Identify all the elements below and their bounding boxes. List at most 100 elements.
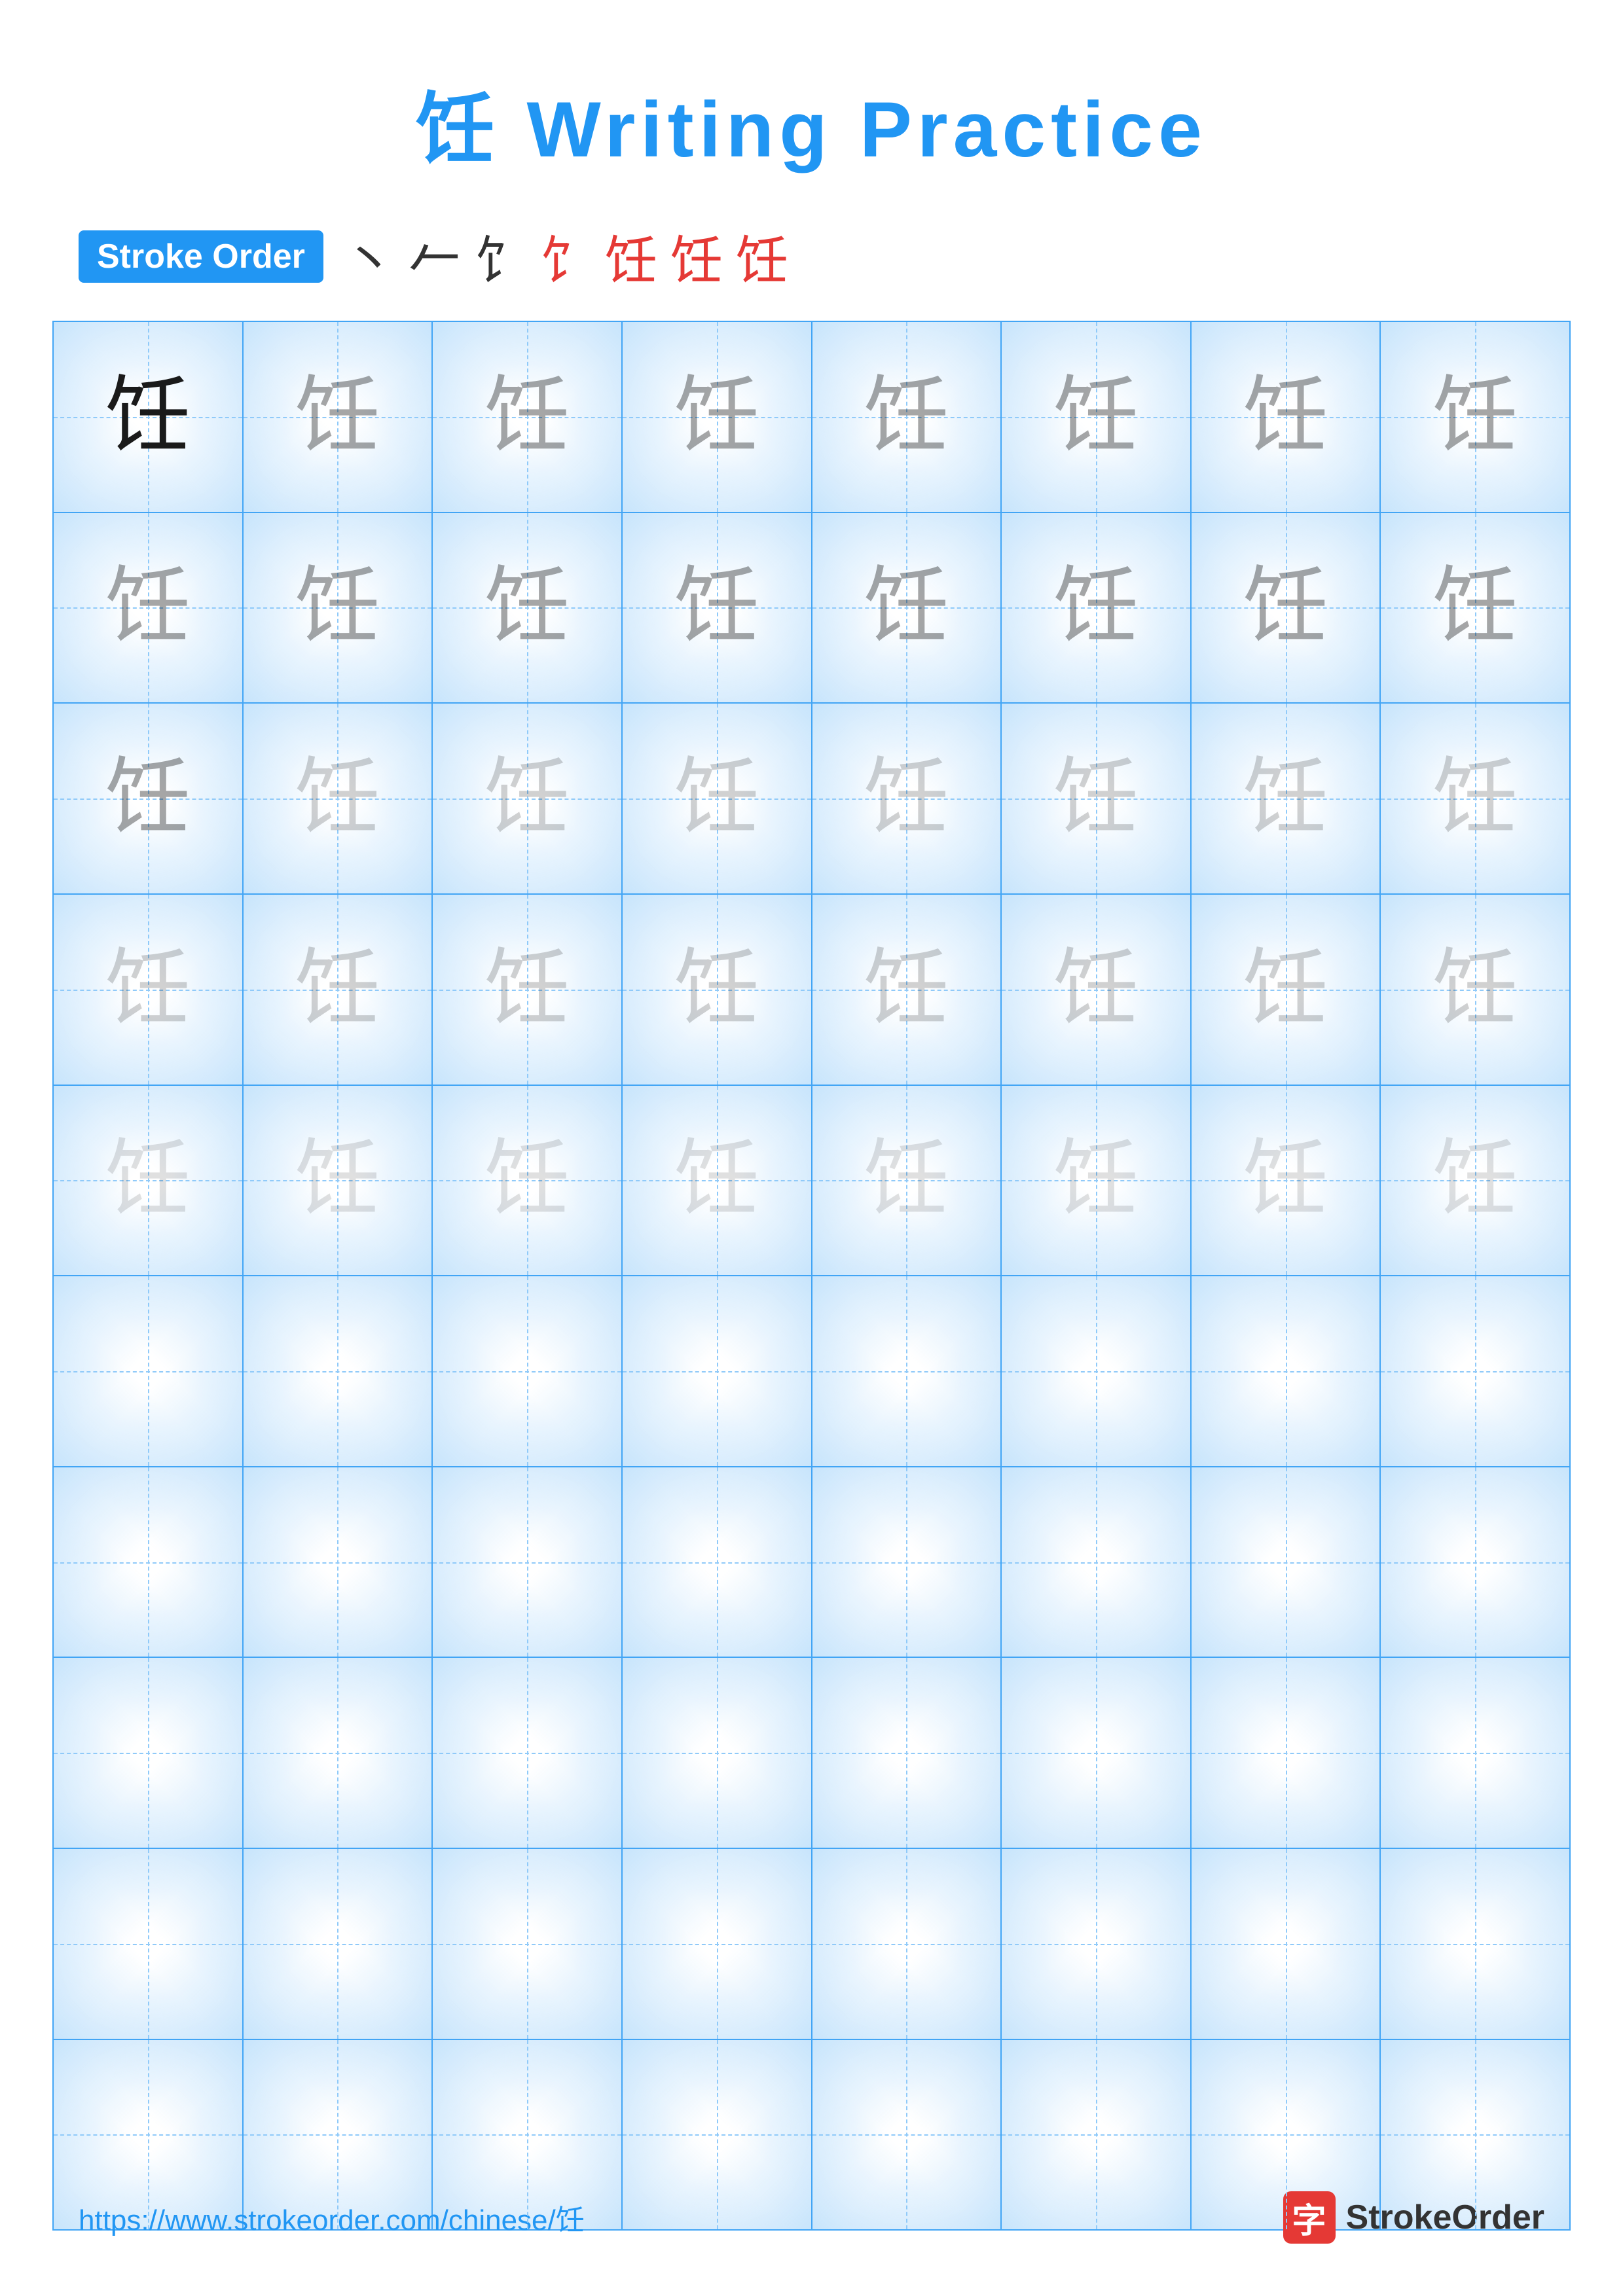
cell-vline [717,1467,718,1657]
grid-cell[interactable] [1381,1849,1569,2039]
grid-cell[interactable]: 饪 [433,1086,623,1276]
cell-vline [906,1658,907,1848]
grid-cell[interactable]: 饪 [244,1086,433,1276]
grid-cell[interactable] [54,1849,244,2039]
cell-vline [1475,1276,1476,1466]
grid-cell[interactable]: 饪 [1381,704,1569,893]
grid-cell[interactable]: 饪 [54,513,244,703]
grid-cell[interactable]: 饪 [623,1086,812,1276]
cell-vline [1475,1658,1476,1848]
grid-cell[interactable] [812,1658,1002,1848]
practice-char: 饪 [1243,374,1328,459]
grid-cell[interactable] [812,1849,1002,2039]
grid-cell[interactable]: 饪 [54,895,244,1085]
grid-cell[interactable] [812,1467,1002,1657]
practice-char: 饪 [1432,565,1518,650]
grid-cell[interactable]: 饪 [244,895,433,1085]
grid-cell[interactable]: 饪 [1192,704,1381,893]
grid-cell[interactable] [1381,1658,1569,1848]
grid-cell[interactable]: 饪 [1381,895,1569,1085]
grid-cell[interactable] [623,1849,812,2039]
grid-cell[interactable]: 饪 [1002,1086,1192,1276]
grid-row: 饪饪饪饪饪饪饪饪 [54,1086,1569,1277]
grid-cell[interactable]: 饪 [1192,1086,1381,1276]
grid-cell[interactable]: 饪 [244,513,433,703]
grid-cell[interactable]: 饪 [244,704,433,893]
grid-cell[interactable] [623,1276,812,1466]
grid-cell[interactable]: 饪 [623,513,812,703]
grid-cell[interactable]: 饪 [1381,513,1569,703]
grid-cell[interactable] [244,1467,433,1657]
grid-cell[interactable] [433,1658,623,1848]
grid-cell[interactable]: 饪 [433,704,623,893]
grid-cell[interactable]: 饪 [433,513,623,703]
practice-char: 饪 [674,1138,759,1223]
practice-char: 饪 [295,947,380,1032]
grid-cell[interactable] [1381,1467,1569,1657]
grid-cell[interactable] [54,1658,244,1848]
grid-cell[interactable]: 饪 [244,322,433,512]
grid-cell[interactable]: 饪 [1002,322,1192,512]
grid-cell[interactable] [623,1467,812,1657]
practice-char: 饪 [1432,374,1518,459]
grid-cell[interactable] [812,1276,1002,1466]
practice-char: 饪 [1432,1138,1518,1223]
grid-cell[interactable]: 饪 [1192,322,1381,512]
cell-vline [1096,1467,1097,1657]
grid-cell[interactable] [623,1658,812,1848]
grid-cell[interactable] [1192,1658,1381,1848]
grid-cell[interactable]: 饪 [812,704,1002,893]
cell-vline [717,1276,718,1466]
cell-vline [527,1849,528,2039]
practice-char: 饪 [674,565,759,650]
grid-row: 饪饪饪饪饪饪饪饪 [54,513,1569,704]
stroke-order-badge: Stroke Order [79,230,323,283]
grid-cell[interactable] [433,1276,623,1466]
grid-cell[interactable] [1192,1849,1381,2039]
grid-cell[interactable]: 饪 [623,704,812,893]
grid-cell[interactable]: 饪 [812,895,1002,1085]
grid-cell[interactable]: 饪 [623,895,812,1085]
grid-cell[interactable]: 饪 [812,322,1002,512]
grid-cell[interactable] [1002,1849,1192,2039]
grid-cell[interactable]: 饪 [1002,513,1192,703]
practice-char: 饪 [674,947,759,1032]
grid-cell[interactable] [244,1849,433,2039]
grid-cell[interactable] [1002,1658,1192,1848]
practice-char: 饪 [1053,374,1139,459]
grid-cell[interactable] [244,1658,433,1848]
grid-cell[interactable] [54,1276,244,1466]
grid-cell[interactable] [433,1467,623,1657]
grid-cell[interactable]: 饪 [1381,322,1569,512]
practice-char: 饪 [1432,756,1518,841]
grid-cell[interactable]: 饪 [812,513,1002,703]
grid-cell[interactable] [1381,1276,1569,1466]
grid-cell[interactable]: 饪 [1381,1086,1569,1276]
footer: https://www.strokeorder.com/chinese/饪 字 … [0,2191,1623,2244]
grid-cell[interactable] [1192,1467,1381,1657]
grid-cell[interactable]: 饪 [812,1086,1002,1276]
grid-cell[interactable]: 饪 [1192,895,1381,1085]
cell-vline [527,1276,528,1466]
practice-char: 饪 [1432,947,1518,1032]
grid-cell[interactable]: 饪 [1002,895,1192,1085]
footer-url[interactable]: https://www.strokeorder.com/chinese/饪 [79,2197,585,2238]
grid-cell[interactable]: 饪 [433,322,623,512]
grid-cell[interactable] [54,1467,244,1657]
grid-cell[interactable]: 饪 [1192,513,1381,703]
cell-vline [148,1849,149,2039]
grid-cell[interactable] [1002,1467,1192,1657]
grid-cell[interactable]: 饪 [54,704,244,893]
grid-cell[interactable]: 饪 [623,322,812,512]
grid-cell[interactable] [1192,1276,1381,1466]
grid-cell[interactable]: 饪 [54,1086,244,1276]
cell-vline [906,2040,907,2230]
grid-cell[interactable] [1002,1276,1192,1466]
grid-cell[interactable] [433,1849,623,2039]
grid-cell[interactable] [244,1276,433,1466]
grid-cell[interactable]: 饪 [1002,704,1192,893]
practice-char: 饪 [484,1138,570,1223]
grid-cell[interactable]: 饪 [54,322,244,512]
stroke-1: 丶 [343,219,395,295]
grid-cell[interactable]: 饪 [433,895,623,1085]
